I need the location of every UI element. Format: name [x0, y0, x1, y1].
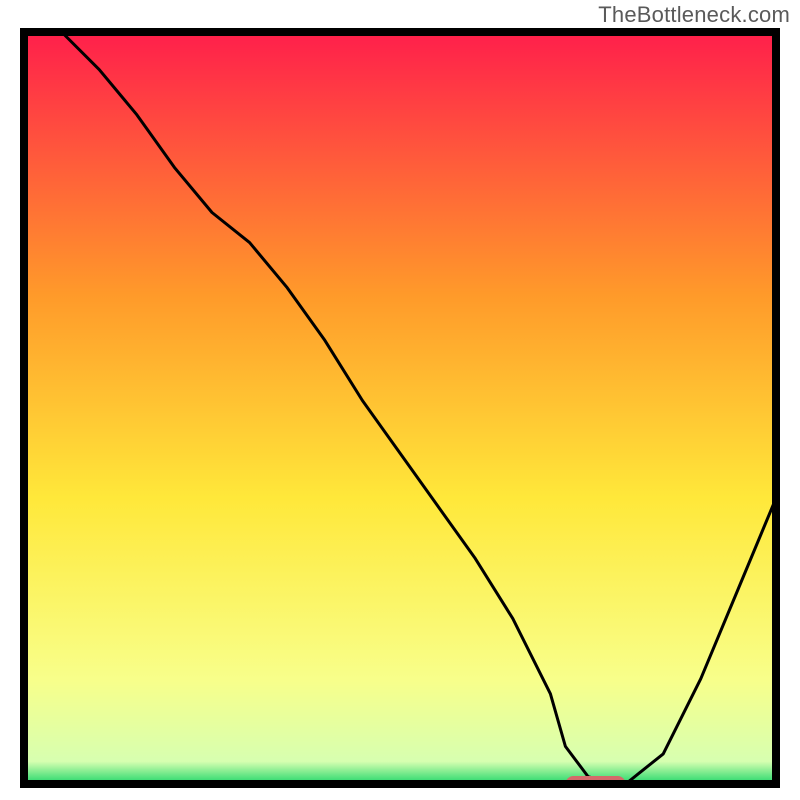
watermark-text: TheBottleneck.com — [598, 2, 790, 28]
gradient-background — [24, 32, 776, 784]
bottleneck-chart — [20, 28, 780, 788]
chart-svg — [20, 28, 780, 788]
